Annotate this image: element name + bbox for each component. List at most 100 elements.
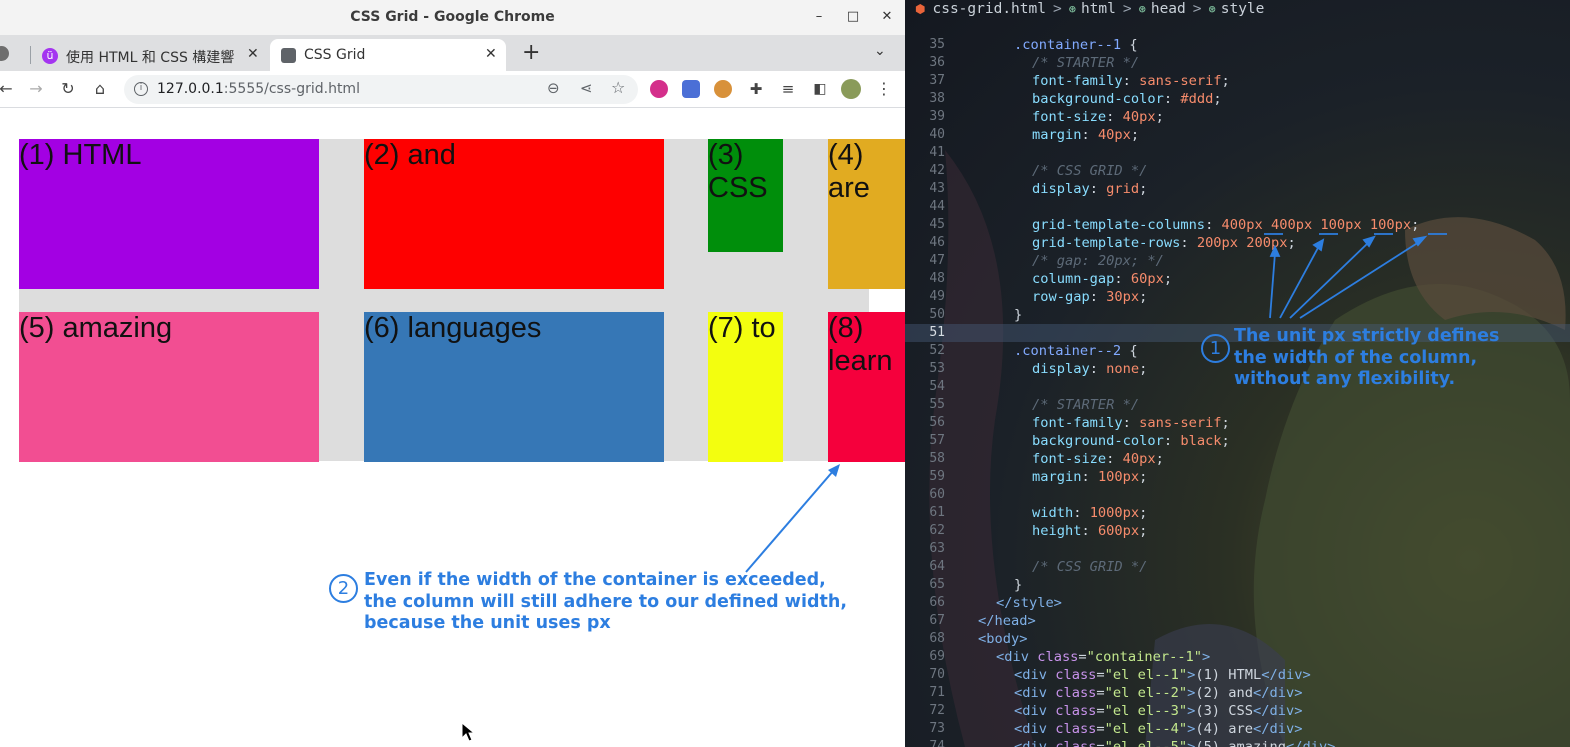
code-text: display: grid; [1032, 181, 1148, 197]
code-text: background-color: #ddd; [1032, 91, 1222, 107]
code-line[interactable]: 50} [905, 306, 1570, 324]
code-text: </head> [978, 613, 1036, 629]
code-line[interactable]: 71 <div class="el el--2">(2) and</div> [905, 684, 1570, 702]
extensions-puzzle-icon[interactable]: ✚ [746, 79, 766, 99]
code-line[interactable]: 37 font-family: sans-serif; [905, 72, 1570, 90]
code-line[interactable]: 46 grid-template-rows: 200px 200px; [905, 234, 1570, 252]
line-number: 72 [929, 703, 945, 718]
code-text: font-family: sans-serif; [1032, 415, 1230, 431]
grid-item-3: (3) CSS [708, 139, 783, 252]
annotation-1-line-2: the width of the column, [1234, 347, 1478, 368]
line-number: 40 [929, 127, 945, 142]
code-line[interactable]: 55 /* STARTER */ [905, 396, 1570, 414]
site-info-icon[interactable]: i [134, 82, 148, 96]
close-tab-icon[interactable]: ✕ [485, 46, 497, 62]
new-tab-button[interactable]: + [522, 40, 540, 65]
code-line[interactable]: 47 /* gap: 20px; */ [905, 252, 1570, 270]
window-title: CSS Grid - Google Chrome [350, 9, 555, 25]
code-line[interactable]: 63 [905, 540, 1570, 558]
code-line[interactable]: 43 display: grid; [905, 180, 1570, 198]
side-panel-icon[interactable]: ◧ [810, 79, 830, 99]
extension-lr-icon[interactable] [650, 80, 668, 98]
code-line[interactable]: 38 background-color: #ddd; [905, 90, 1570, 108]
code-text: <div class="el el--3">(3) CSS</div> [1014, 703, 1303, 719]
code-line[interactable]: 35 .container--1 { [905, 36, 1570, 54]
bookmark-star-icon[interactable]: ☆ [611, 78, 625, 97]
code-line[interactable]: 42 /* CSS GRID */ [905, 162, 1570, 180]
line-number: 43 [929, 181, 945, 196]
maximize-button[interactable]: □ [842, 7, 864, 27]
code-line[interactable]: 73 <div class="el el--4">(4) are</div> [905, 720, 1570, 738]
breadcrumb: ⬢ css-grid.html > ⊛ html > ⊛ head > ⊛ style [915, 1, 1265, 17]
code-line[interactable]: 64 /* CSS GRID */ [905, 558, 1570, 576]
url-host: 127.0.0.1 [157, 81, 224, 97]
line-number: 36 [929, 55, 945, 70]
code-line[interactable]: 60 [905, 486, 1570, 504]
reload-icon[interactable]: ↻ [58, 79, 78, 99]
zoom-icon[interactable]: ⊖ [547, 79, 560, 97]
breadcrumb-style[interactable]: style [1221, 1, 1265, 17]
line-number: 38 [929, 91, 945, 106]
code-text: grid-template-columns: 400px 400px 100px… [1032, 217, 1420, 233]
code-line[interactable]: 65} [905, 576, 1570, 594]
code-line[interactable]: 48 column-gap: 60px; [905, 270, 1570, 288]
line-number: 49 [929, 289, 945, 304]
code-text: background-color: black; [1032, 433, 1230, 449]
grid-item-4: (4) are [828, 139, 905, 289]
code-line[interactable]: 72 <div class="el el--3">(3) CSS</div> [905, 702, 1570, 720]
breadcrumb-html[interactable]: html [1081, 1, 1116, 17]
code-line[interactable]: 68 <body> [905, 630, 1570, 648]
code-line[interactable]: 70 <div class="el el--1">(1) HTML</div> [905, 666, 1570, 684]
code-text: margin: 100px; [1032, 469, 1148, 485]
code-line[interactable]: 58 font-size: 40px; [905, 450, 1570, 468]
code-line[interactable]: 57 background-color: black; [905, 432, 1570, 450]
code-lines[interactable]: 35 .container--1 {36 /* STARTER */ 37 font-f… [905, 36, 1570, 747]
code-text: </style> [996, 595, 1062, 611]
code-line[interactable]: 67 </head> [905, 612, 1570, 630]
cookie-extension-icon[interactable] [714, 80, 732, 98]
back-icon[interactable]: ← [0, 79, 16, 99]
media-queue-icon[interactable]: ≡ [778, 79, 798, 99]
code-line[interactable]: 45 grid-template-columns: 400px 400px 100… [905, 216, 1570, 234]
tab-search-chevron-icon[interactable]: ⌄ [874, 43, 886, 59]
line-number: 69 [929, 649, 945, 664]
code-line[interactable]: 44 [905, 198, 1570, 216]
code-line[interactable]: 49 row-gap: 30px; [905, 288, 1570, 306]
grid-item-2: (2) and [364, 139, 664, 289]
line-number: 62 [929, 523, 945, 538]
share-icon[interactable]: ⋖ [580, 79, 593, 97]
line-number: 35 [929, 37, 945, 52]
breadcrumb-file[interactable]: css-grid.html [932, 1, 1046, 17]
code-line[interactable]: 61 width: 1000px; [905, 504, 1570, 522]
minimize-button[interactable]: – [808, 7, 830, 27]
translate-extension-icon[interactable] [682, 80, 700, 98]
line-number: 64 [929, 559, 945, 574]
grid-item-7: (7) to [708, 312, 783, 462]
forward-icon[interactable]: → [26, 79, 46, 99]
code-text: <div class="el el--2">(2) and</div> [1014, 685, 1303, 701]
annotation-1-line-3: without any flexibility. [1234, 369, 1456, 389]
code-line[interactable]: 59 margin: 100px; [905, 468, 1570, 486]
line-number: 56 [929, 415, 945, 430]
tab-css-grid[interactable]: CSS Grid ✕ [270, 39, 506, 71]
breadcrumb-head[interactable]: head [1151, 1, 1186, 17]
home-icon[interactable]: ⌂ [90, 79, 110, 99]
close-window-button[interactable]: ✕ [876, 7, 898, 27]
close-tab-icon[interactable]: ✕ [247, 46, 259, 62]
code-line[interactable]: 56 font-family: sans-serif; [905, 414, 1570, 432]
code-line[interactable]: 74 <div class="el el--5">(5) amazing</div… [905, 738, 1570, 747]
code-line[interactable]: 40 margin: 40px; [905, 126, 1570, 144]
code-line[interactable]: 39 font-size: 40px; [905, 108, 1570, 126]
grid-item-6: (6) languages [364, 312, 664, 462]
tab-responsive-site[interactable]: ü 使用 HTML 和 CSS 構建響 ✕ [0, 39, 268, 71]
code-line[interactable]: 69 <div class="container--1"> [905, 648, 1570, 666]
code-editor: ⬢ css-grid.html > ⊛ html > ⊛ head > ⊛ style 35 .con… [905, 0, 1570, 747]
profile-avatar[interactable] [841, 79, 861, 99]
code-line[interactable]: 36 /* STARTER */ [905, 54, 1570, 72]
code-line[interactable]: 41 [905, 144, 1570, 162]
code-line[interactable]: 66 </style> [905, 594, 1570, 612]
kebab-menu-icon[interactable]: ⋮ [874, 79, 894, 99]
url-text: 127.0.0.1:5555/css-grid.html [157, 81, 360, 97]
address-bar[interactable]: i 127.0.0.1:5555/css-grid.html ⊖ ⋖ ☆ [124, 75, 638, 104]
code-line[interactable]: 62 height: 600px; [905, 522, 1570, 540]
